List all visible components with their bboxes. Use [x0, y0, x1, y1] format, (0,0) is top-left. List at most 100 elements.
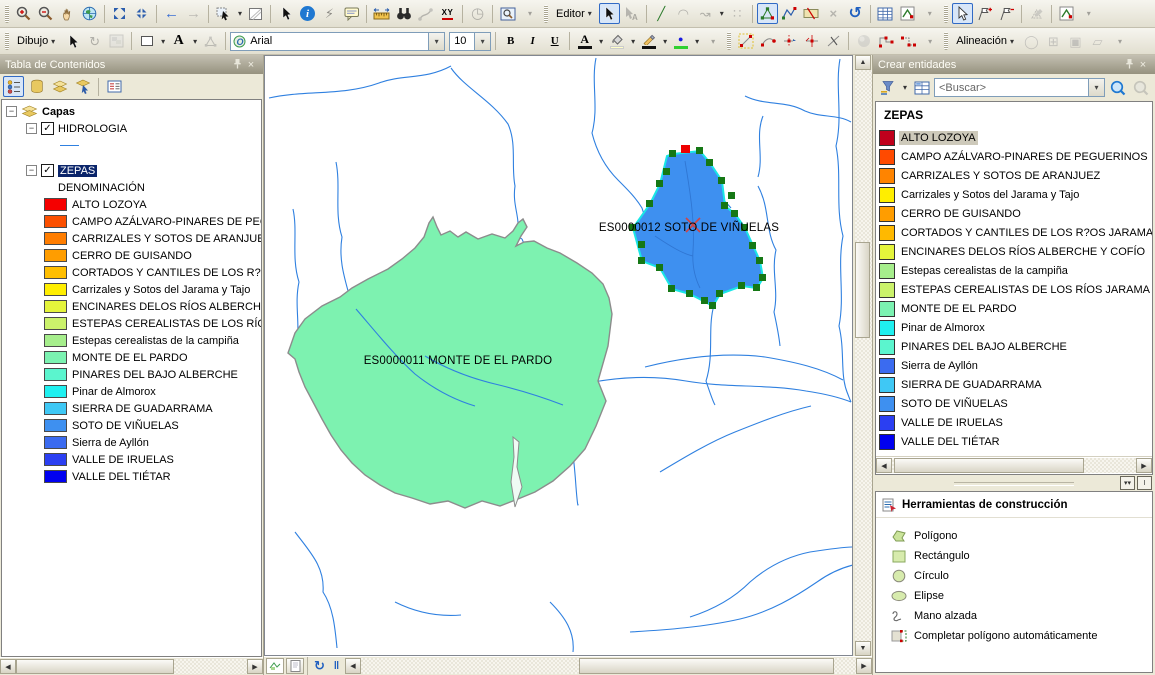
dibujo-menu[interactable]: Dibujo▾	[13, 31, 61, 51]
fixed-zoom-in-icon[interactable]	[109, 3, 130, 24]
map-scroll-down-icon[interactable]: ▼	[855, 641, 871, 656]
align-square-icon[interactable]: ▣	[1065, 31, 1086, 52]
reshape-feature-icon[interactable]	[779, 3, 800, 24]
map-hscroll-thumb[interactable]	[579, 658, 834, 674]
organize-templates-icon[interactable]	[911, 77, 932, 98]
text-tool-icon[interactable]: A	[168, 31, 189, 52]
line-color-button[interactable]	[638, 31, 659, 52]
legend-item[interactable]: VALLE DE IRUELAS	[2, 451, 261, 468]
map-scroll-left-icon[interactable]: ◀	[345, 658, 361, 674]
map-view[interactable]: ES0000011 MONTE DE EL PARDO ES0000012 SO…	[264, 55, 853, 656]
legend-item[interactable]: Estepas cerealistas de la campiña	[2, 332, 261, 349]
marker-color-dropdown[interactable]: ▾	[693, 37, 701, 46]
legend-item[interactable]: CORTADOS Y CANTILES DE LOS R?OS	[2, 264, 261, 281]
alignment-overflow-icon[interactable]: ▾	[1109, 31, 1130, 52]
legend-item[interactable]: SIERRA DE GUADARRAMA	[2, 400, 261, 417]
topology-overflow-icon[interactable]: ▾	[1078, 3, 1099, 24]
draw-overflow-icon[interactable]: ▾	[702, 31, 723, 52]
toc-horizontal-scrollbar[interactable]: ◀ ▶	[0, 657, 263, 675]
topology-toolbar-grip[interactable]	[944, 5, 948, 23]
create-features-pin-icon[interactable]	[1122, 58, 1136, 72]
select-features-icon[interactable]	[213, 3, 234, 24]
measure-icon[interactable]	[371, 3, 392, 24]
search-templates-icon[interactable]	[1107, 77, 1128, 98]
shape-tool-dropdown[interactable]: ▾	[159, 37, 167, 46]
list-by-selection-icon[interactable]	[72, 76, 93, 97]
layer-hidrologia[interactable]: − ✓ HIDROLOGIA	[2, 120, 261, 137]
template-list-hscrollbar[interactable]: ◀ ▶	[876, 456, 1152, 474]
trace-icon[interactable]: ↝	[695, 3, 716, 24]
tool-polygon[interactable]: Polígono	[876, 526, 1152, 546]
feature-template-item[interactable]: ALTO LOZOYA	[876, 128, 1152, 147]
feature-template-item[interactable]: SIERRA DE GUADARRAMA	[876, 375, 1152, 394]
point-snapping-icon[interactable]	[735, 31, 756, 52]
align-polygon-icon[interactable]: ▱	[1087, 31, 1108, 52]
end-snapping-icon[interactable]	[757, 31, 778, 52]
rectangle-tool-icon[interactable]	[136, 31, 157, 52]
feature-template-item[interactable]: Pinar de Almorox	[876, 318, 1152, 337]
legend-item[interactable]: VALLE DEL TIÉTAR	[2, 468, 261, 485]
text-tool-dropdown[interactable]: ▾	[191, 37, 199, 46]
collapse-icon[interactable]: −	[26, 165, 37, 176]
zepas-checkbox[interactable]: ✓	[41, 164, 54, 177]
legend-item[interactable]: MONTE DE EL PARDO	[2, 349, 261, 366]
align-grid-icon[interactable]: ⊞	[1043, 31, 1064, 52]
data-view-button[interactable]	[266, 658, 284, 674]
toolbar-overflow-icon[interactable]: ▾	[519, 3, 540, 24]
list-by-drawing-order-icon[interactable]	[3, 76, 24, 97]
draw-select-elements-icon[interactable]	[62, 31, 83, 52]
flag-add-icon[interactable]	[974, 3, 995, 24]
create-features-close-icon[interactable]: ×	[1136, 59, 1150, 71]
rotate-element-icon[interactable]: ↻	[84, 31, 105, 52]
template-scroll-right-icon[interactable]: ▶	[1136, 458, 1152, 473]
hyperlink-icon[interactable]: ⚡	[319, 3, 340, 24]
fill-color-dropdown[interactable]: ▾	[629, 37, 637, 46]
edit-tool-icon[interactable]	[599, 3, 620, 24]
fill-color-button[interactable]	[606, 31, 627, 52]
feature-template-item[interactable]: SOTO DE VIÑUELAS	[876, 394, 1152, 413]
feature-template-item[interactable]: CORTADOS Y CANTILES DE LOS R?OS JARAMA Y…	[876, 223, 1152, 242]
map-scroll-up-icon[interactable]: ▲	[855, 55, 871, 70]
scroll-right-icon[interactable]: ▶	[247, 659, 263, 674]
template-filter-icon[interactable]	[877, 77, 898, 98]
panel-splitter[interactable]: ▾▾ I	[873, 475, 1155, 491]
select-elements-icon[interactable]	[275, 3, 296, 24]
pan-icon[interactable]	[57, 3, 78, 24]
edge-snapping-icon[interactable]	[823, 31, 844, 52]
toolbar-grip[interactable]	[5, 5, 9, 23]
edit-annotation-icon[interactable]: A	[621, 3, 642, 24]
clear-search-icon[interactable]	[1130, 77, 1151, 98]
viewer-window-icon[interactable]	[497, 3, 518, 24]
font-size-dropdown-button[interactable]: ▾	[474, 33, 490, 50]
draw-edit-vertices-icon[interactable]	[200, 31, 221, 52]
collapse-icon[interactable]: −	[26, 123, 37, 134]
modify-edge-icon[interactable]	[1026, 3, 1047, 24]
collapse-section-icon[interactable]: ▾▾	[1120, 476, 1135, 490]
template-filter-dropdown[interactable]: ▾	[901, 83, 909, 92]
legend-item[interactable]: CERRO DE GUISANDO	[2, 247, 261, 264]
identify-icon[interactable]: i	[297, 3, 318, 24]
legend-item[interactable]: CAMPO AZÁLVARO-PINARES DE PEGU	[2, 213, 261, 230]
feature-template-item[interactable]: VALLE DE IRUELAS	[876, 413, 1152, 432]
straight-segment-icon[interactable]: ╱	[651, 3, 672, 24]
draw-toolbar-grip[interactable]	[5, 32, 9, 50]
midpoint-snapping-icon[interactable]	[801, 31, 822, 52]
tool-freehand[interactable]: Mano alzada	[876, 606, 1152, 626]
topology-edit-tool-icon[interactable]	[952, 3, 973, 24]
tool-ellipse[interactable]: Elipse	[876, 586, 1152, 606]
feature-template-item[interactable]: Sierra de Ayllón	[876, 356, 1152, 375]
expand-section-icon[interactable]: I	[1137, 476, 1152, 490]
tool-circle[interactable]: Círculo	[876, 566, 1152, 586]
find-route-icon[interactable]	[415, 3, 436, 24]
full-extent-icon[interactable]	[79, 3, 100, 24]
edit-vertices-icon[interactable]	[757, 3, 778, 24]
bold-button[interactable]: B	[500, 31, 521, 52]
snapping-toolbar-grip[interactable]	[727, 32, 731, 50]
trace-dropdown[interactable]: ▾	[718, 9, 726, 18]
feature-template-item[interactable]: ESTEPAS CEREALISTAS DE LOS RÍOS JARAMA Y…	[876, 280, 1152, 299]
font-size-combobox[interactable]: 10 ▾	[449, 32, 491, 51]
list-by-source-icon[interactable]	[26, 76, 47, 97]
legend-item[interactable]: PINARES DEL BAJO ALBERCHE	[2, 366, 261, 383]
map-scroll-right-icon[interactable]: ▶	[856, 658, 872, 674]
hidrologia-checkbox[interactable]: ✓	[41, 122, 54, 135]
